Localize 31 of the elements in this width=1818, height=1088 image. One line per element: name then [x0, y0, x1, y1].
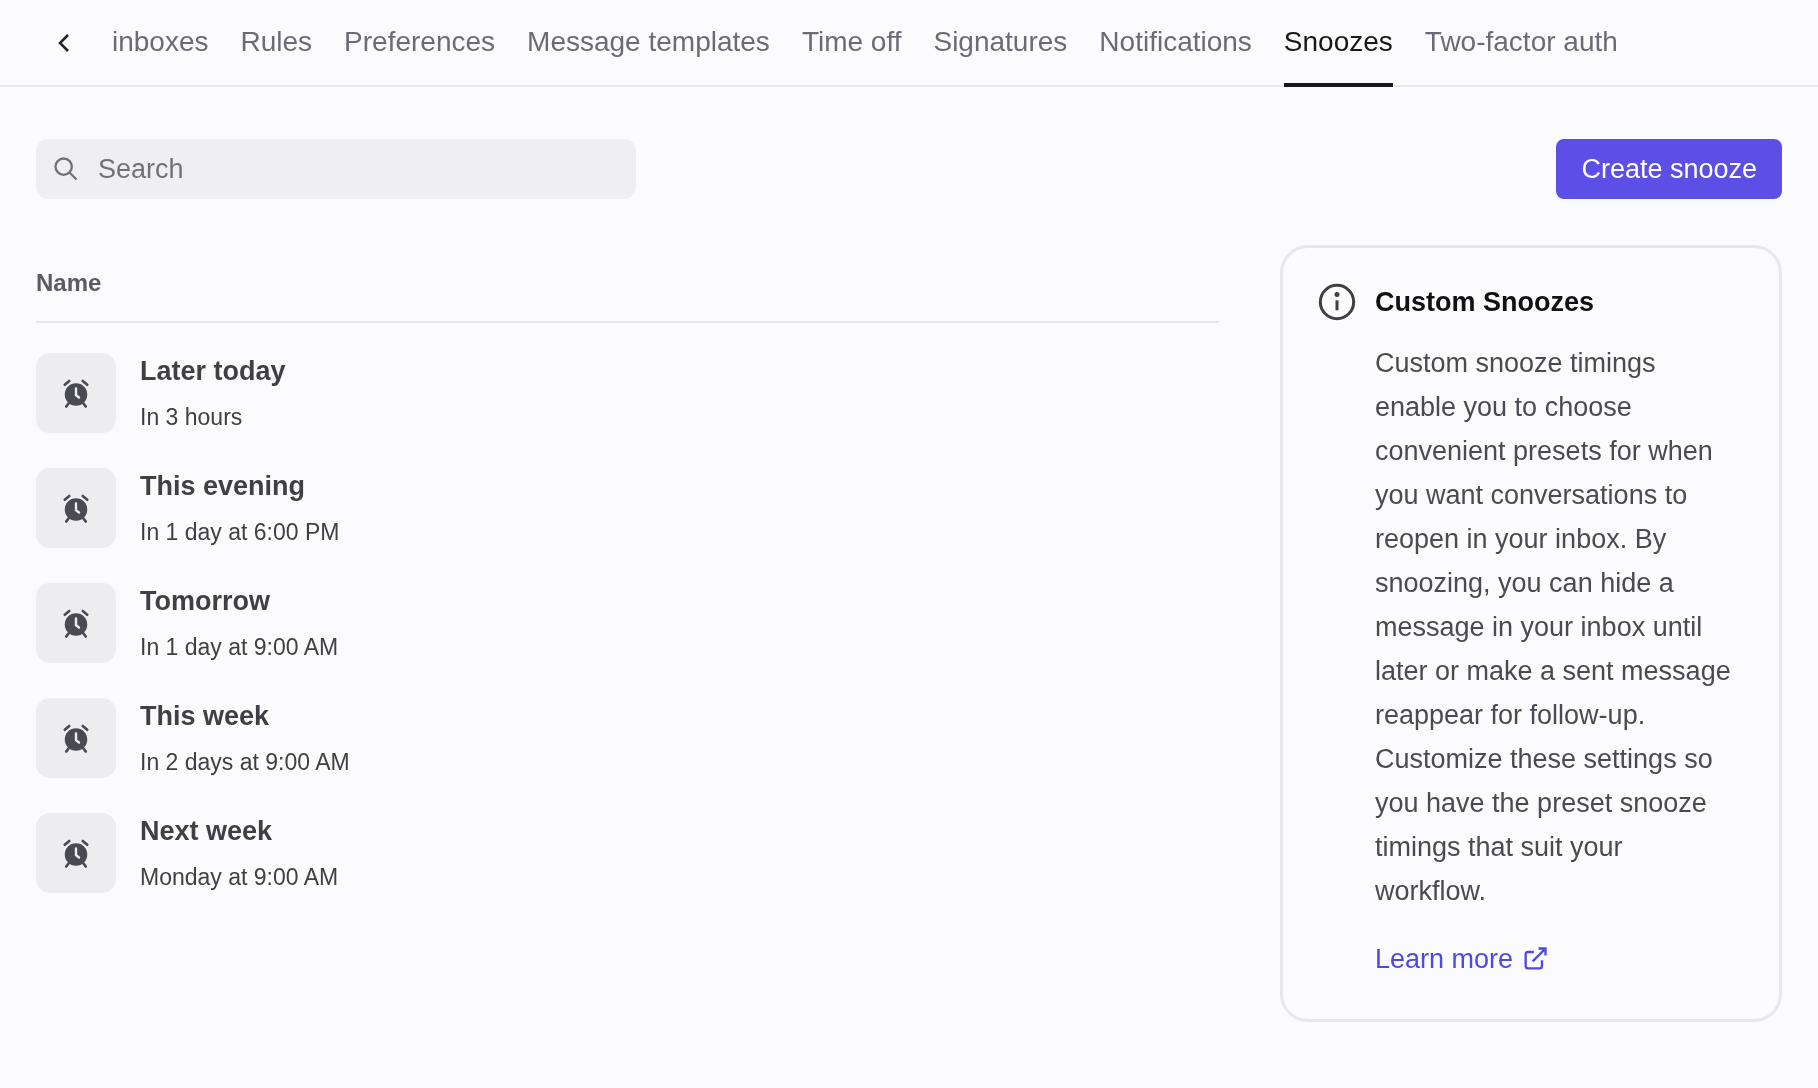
- info-text: Custom snooze timings enable you to choose convenient presets for when you want conversations to reopen in your inbox. By snoozing, you can hide a message in your inbox until later or make a sent message reappear for follow-up. Customize these settings so you have the preset snooze timings that suit your workflow.: [1375, 346, 1732, 908]
- alarm-clock-icon: [36, 352, 116, 433]
- tab[interactable]: Snoozes: [1283, 0, 1393, 87]
- tab[interactable]: inboxes: [112, 0, 209, 87]
- snooze-title: Later today: [140, 355, 286, 388]
- snooze-time: In 1 day at 6:00 PM: [140, 517, 340, 547]
- alarm-clock-icon: [36, 582, 116, 663]
- snooze-title: This evening: [140, 470, 307, 503]
- tab[interactable]: Two-factor auth: [1424, 0, 1618, 87]
- alarm-clock-icon: [36, 812, 116, 893]
- alarm-clock-icon: [36, 467, 116, 548]
- info-icon: [1317, 282, 1357, 323]
- column-header: Name: [36, 269, 102, 296]
- snooze-title: This week: [140, 700, 271, 733]
- snooze-title: Next week: [140, 815, 274, 848]
- search-field[interactable]: Search: [36, 139, 636, 199]
- snooze-title: Tomorrow: [140, 585, 271, 618]
- tab[interactable]: Signatures: [933, 0, 1068, 87]
- snooze-time: In 3 hours: [140, 402, 244, 432]
- learn-more-link[interactable]: Learn more: [1375, 938, 1550, 979]
- info-title: Custom Snoozes: [1375, 286, 1595, 319]
- snooze-time: In 2 days at 9:00 AM: [140, 747, 350, 777]
- tab[interactable]: Preferences: [344, 0, 496, 87]
- tab[interactable]: Rules: [240, 0, 313, 87]
- tab[interactable]: Time off: [801, 0, 902, 87]
- snooze-time: Monday at 9:00 AM: [140, 862, 339, 892]
- tab[interactable]: Message templates: [527, 0, 770, 87]
- snooze-time: In 1 day at 9:00 AM: [140, 632, 339, 662]
- alarm-clock-icon: [36, 697, 116, 778]
- create-snooze-button[interactable]: Create snooze: [1556, 139, 1782, 199]
- tab[interactable]: Notifications: [1099, 0, 1252, 87]
